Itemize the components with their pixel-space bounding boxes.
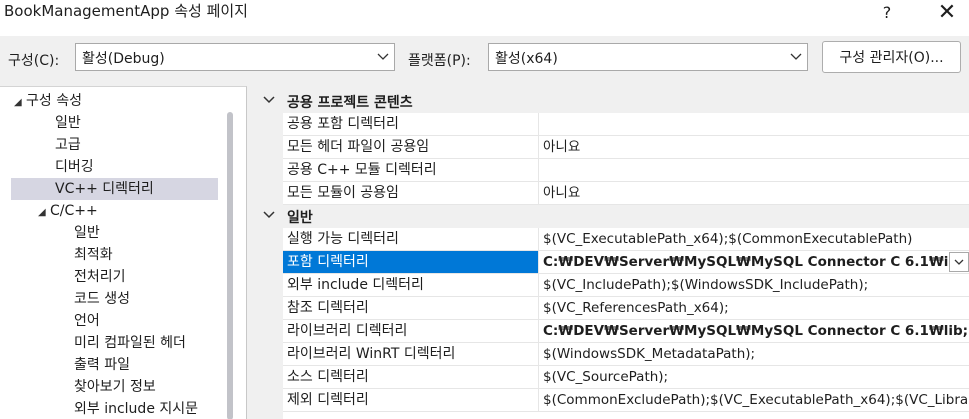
- tree-item-config-properties[interactable]: ◢ 구성 속성: [14, 90, 82, 112]
- tree-item-external-includes[interactable]: 외부 include 지시문: [74, 398, 198, 419]
- tree-item-advanced[interactable]: 고급: [55, 134, 81, 156]
- property-row[interactable]: 소스 디렉터리 $(VC_SourcePath);: [283, 366, 969, 389]
- tree-item-output-files[interactable]: 출력 파일: [74, 354, 130, 376]
- tree-item-browse-information[interactable]: 찾아보기 정보: [74, 376, 156, 398]
- tree-item-language[interactable]: 언어: [74, 310, 100, 332]
- help-icon: ?: [882, 2, 892, 22]
- property-value[interactable]: [540, 113, 969, 135]
- property-name: 참조 디렉터리: [283, 297, 539, 319]
- property-value[interactable]: [540, 159, 969, 181]
- property-value[interactable]: $(VC_ExecutablePath_x64);$(CommonExecuta…: [540, 228, 969, 250]
- property-name: 공용 C++ 모듈 디렉터리: [283, 159, 539, 181]
- tree-item-cpp-general[interactable]: 일반: [74, 222, 100, 244]
- config-value: 활성(Debug): [82, 51, 165, 67]
- expand-triangle-icon[interactable]: ◢: [38, 202, 50, 224]
- property-value[interactable]: 아니요: [540, 136, 969, 158]
- config-combobox[interactable]: 활성(Debug): [75, 43, 395, 71]
- property-name: 포함 디렉터리: [283, 251, 539, 273]
- tree-item-general[interactable]: 일반: [55, 112, 81, 134]
- title-bar: BookManagementApp 속성 페이지 ? ✕: [0, 0, 969, 36]
- property-row[interactable]: 모든 모듈이 공용임 아니요: [283, 182, 969, 205]
- property-name: 실행 가능 디렉터리: [283, 228, 539, 250]
- tree-item-code-generation[interactable]: 코드 생성: [74, 288, 130, 310]
- property-grid: 공용 프로젝트 콘텐츠 공용 포함 디렉터리 모든 헤더 파일이 공용임 아니요…: [254, 90, 969, 419]
- property-value[interactable]: $(VC_IncludePath);$(WindowsSDK_IncludePa…: [540, 274, 969, 296]
- property-row[interactable]: 실행 가능 디렉터리 $(VC_ExecutablePath_x64);$(Co…: [283, 228, 969, 251]
- property-row-selected[interactable]: 포함 디렉터리 C:₩DEV₩Server₩MySQL₩MySQL Connec…: [283, 251, 969, 274]
- tree-item-debugging[interactable]: 디버깅: [55, 156, 94, 178]
- close-icon: ✕: [937, 0, 957, 25]
- chevron-down-icon: [785, 44, 807, 70]
- platform-label: 플랫폼(P):: [408, 53, 471, 69]
- property-value[interactable]: $(VC_ReferencesPath_x64);: [540, 297, 969, 319]
- property-value[interactable]: C:₩DEV₩Server₩MySQL₩MySQL Connector C 6.…: [540, 320, 969, 342]
- property-tree: ◢ 구성 속성 일반 고급 디버깅 VC++ 디렉터리 ◢ C/C++ 일반 최적화…: [0, 86, 247, 419]
- property-value[interactable]: $(WindowsSDK_MetadataPath);: [540, 343, 969, 365]
- tree-item-vc-directories[interactable]: VC++ 디렉터리: [55, 178, 154, 200]
- chevron-down-icon[interactable]: [263, 93, 275, 110]
- category-label: 일반: [287, 210, 313, 226]
- help-button[interactable]: ?: [867, 0, 907, 24]
- config-label: 구성(C):: [8, 53, 60, 69]
- property-value[interactable]: 아니요: [540, 182, 969, 204]
- property-name: 모든 모듈이 공용임: [283, 182, 539, 204]
- property-name: 제외 디렉터리: [283, 389, 539, 411]
- close-button[interactable]: ✕: [927, 0, 967, 25]
- property-row[interactable]: 참조 디렉터리 $(VC_ReferencesPath_x64);: [283, 297, 969, 320]
- property-name: 소스 디렉터리: [283, 366, 539, 388]
- property-name: 외부 include 디렉터리: [283, 274, 539, 296]
- property-row[interactable]: 외부 include 디렉터리 $(VC_IncludePath);$(Wind…: [283, 274, 969, 297]
- property-name: 공용 포함 디렉터리: [283, 113, 539, 135]
- property-row[interactable]: 라이브러리 WinRT 디렉터리 $(WindowsSDK_MetadataPa…: [283, 343, 969, 366]
- property-row[interactable]: 공용 포함 디렉터리: [283, 113, 969, 136]
- grid-gutter: [254, 90, 283, 419]
- property-value[interactable]: $(VC_SourcePath);: [540, 366, 969, 388]
- window-title: BookManagementApp 속성 페이지: [4, 2, 248, 20]
- property-row[interactable]: 모든 헤더 파일이 공용임 아니요: [283, 136, 969, 159]
- tree-item-preprocessor[interactable]: 전처리기: [74, 266, 126, 288]
- platform-combobox[interactable]: 활성(x64): [488, 43, 808, 71]
- platform-value: 활성(x64): [495, 51, 558, 67]
- property-row[interactable]: 제외 디렉터리 $(CommonExcludePath);$(VC_Execut…: [283, 389, 969, 412]
- config-manager-button[interactable]: 구성 관리자(O)...: [822, 41, 961, 73]
- property-value[interactable]: $(CommonExcludePath);$(VC_ExecutablePath…: [540, 389, 969, 411]
- property-row[interactable]: 공용 C++ 모듈 디렉터리: [283, 159, 969, 182]
- tree-scrollbar[interactable]: [227, 112, 233, 419]
- property-value[interactable]: C:₩DEV₩Server₩MySQL₩MySQL Connector C 6.…: [540, 251, 949, 273]
- tree-item-precompiled-headers[interactable]: 미리 컴파일된 헤더: [74, 332, 186, 354]
- chevron-down-icon: [954, 259, 964, 265]
- tree-item-optimization[interactable]: 최적화: [74, 244, 113, 266]
- expand-triangle-icon[interactable]: ◢: [14, 92, 26, 114]
- tree-item-cpp[interactable]: ◢ C/C++: [38, 200, 98, 222]
- category-label: 공용 프로젝트 콘텐츠: [287, 95, 413, 111]
- chevron-down-icon: [372, 44, 394, 70]
- value-dropdown-button[interactable]: [949, 252, 969, 272]
- property-name: 라이브러리 WinRT 디렉터리: [283, 343, 539, 365]
- category-general[interactable]: 일반: [254, 205, 969, 228]
- chevron-down-icon[interactable]: [263, 208, 275, 225]
- property-row[interactable]: 라이브러리 디렉터리 C:₩DEV₩Server₩MySQL₩MySQL Con…: [283, 320, 969, 343]
- config-toolbar: 구성(C): 활성(Debug) 플랫폼(P): 활성(x64) 구성 관리자(…: [0, 36, 969, 84]
- category-public-project-content[interactable]: 공용 프로젝트 콘텐츠: [254, 90, 969, 113]
- property-name: 라이브러리 디렉터리: [283, 320, 539, 342]
- property-name: 모든 헤더 파일이 공용임: [283, 136, 539, 158]
